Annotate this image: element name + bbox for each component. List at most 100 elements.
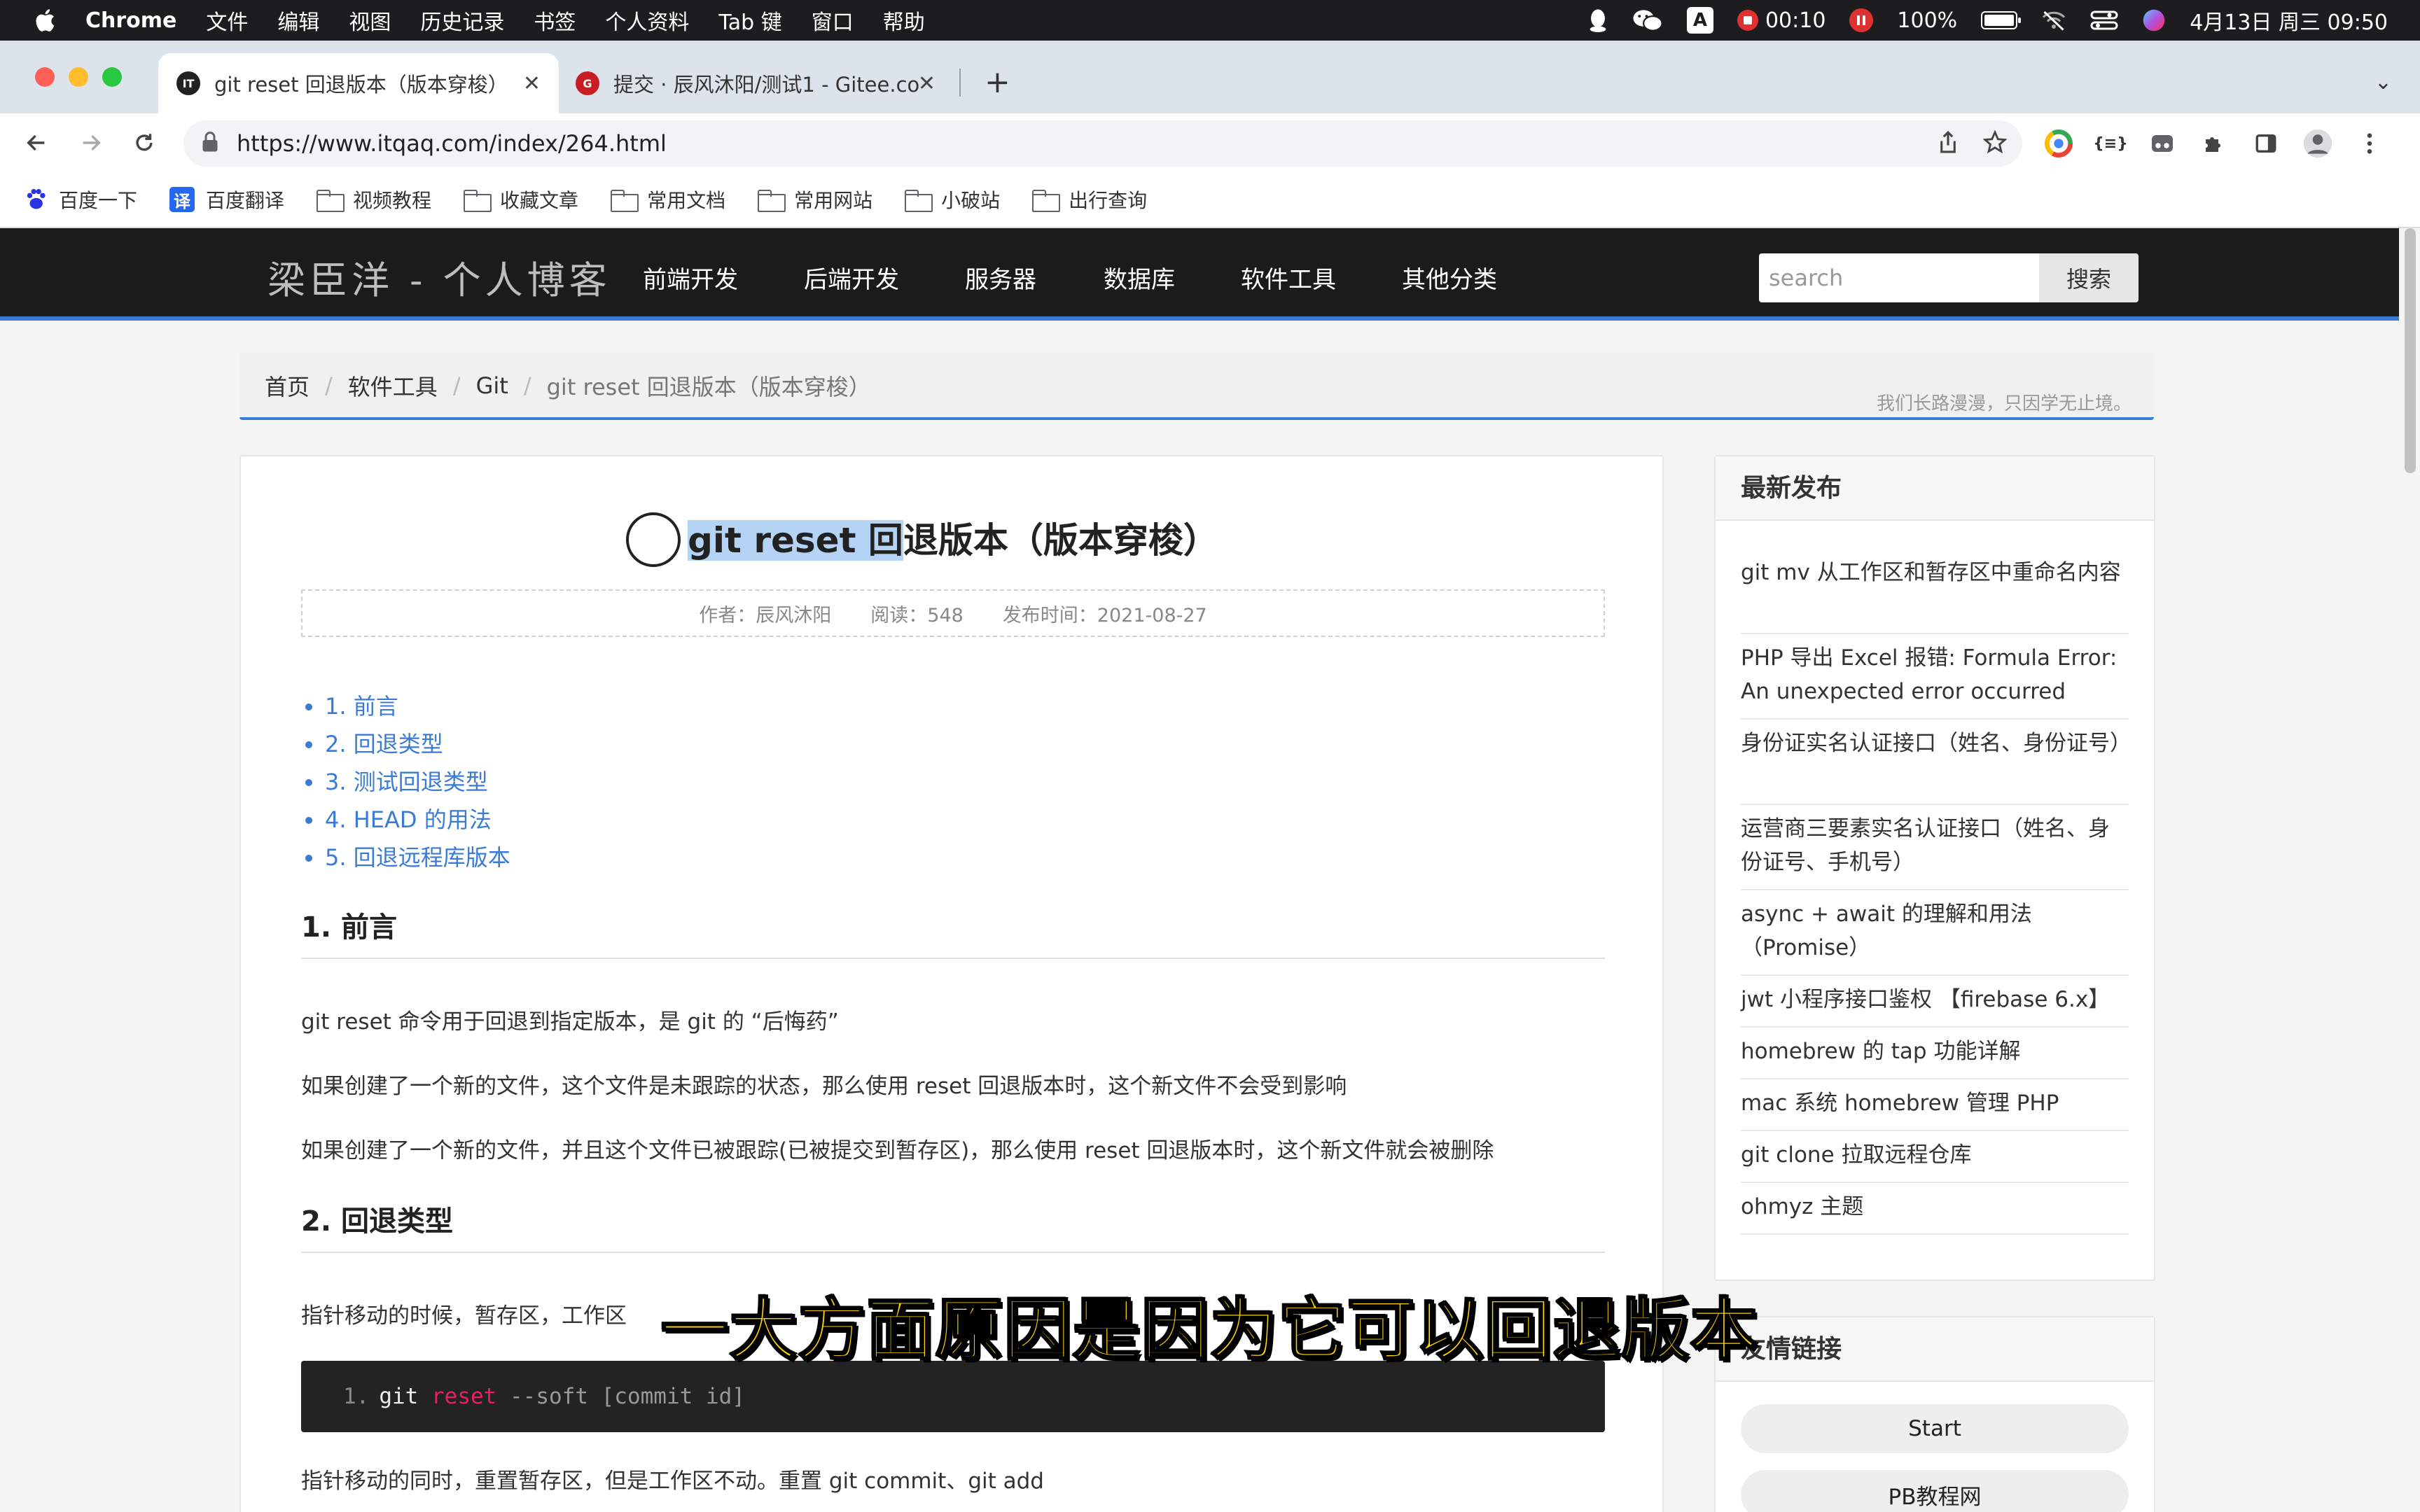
menu-history[interactable]: 历史记录: [420, 5, 504, 36]
bookmarks-bar: 百度一下 译 百度翻译 视频教程 收藏文章 常用文档 常用网站 小破站 出行查询: [0, 172, 2420, 228]
latest-post-link[interactable]: jwt 小程序接口鉴权 【firebase 6.x】: [1741, 983, 2129, 1028]
folder-icon: [1032, 190, 1061, 212]
breadcrumb-separator: /: [452, 372, 461, 399]
bookmark-folder-bilibili[interactable]: 小破站: [905, 186, 1000, 214]
close-tab-icon[interactable]: ✕: [918, 71, 936, 96]
breadcrumb-current: git reset 回退版本（版本穿梭）: [546, 374, 871, 400]
paragraph: 如果创建了一个新的文件，并且这个文件已被跟踪(已被提交到暂存区)，那么使用 re…: [301, 1138, 1494, 1163]
toc-item[interactable]: 3. 测试回退类型: [305, 763, 510, 801]
breadcrumb-home[interactable]: 首页: [265, 370, 310, 402]
input-method-badge[interactable]: A: [1686, 7, 1713, 34]
selected-title-text[interactable]: git reset 回: [688, 520, 903, 561]
window-close-button[interactable]: [35, 67, 55, 87]
extension-icons: {≡}: [2043, 120, 2385, 167]
address-bar[interactable]: https://www.itqaq.com/index/264.html: [183, 120, 2022, 167]
extensions-puzzle-icon[interactable]: [2199, 128, 2230, 159]
menu-bookmarks[interactable]: 书签: [534, 5, 576, 36]
latest-post-link[interactable]: mac 系统 homebrew 管理 PHP: [1741, 1086, 2129, 1131]
lock-icon[interactable]: [202, 132, 218, 155]
macos-menu-bar: Chrome 文件 编辑 视图 历史记录 书签 个人资料 Tab 键 窗口 帮助…: [0, 0, 2420, 41]
battery-icon[interactable]: [1981, 11, 2022, 29]
latest-post-link[interactable]: 身份证实名认证接口（姓名、身份证号）: [1741, 727, 2132, 805]
toc-item[interactable]: 4. HEAD 的用法: [305, 801, 510, 839]
menu-app-name[interactable]: Chrome: [85, 8, 176, 33]
window-minimize-button[interactable]: [69, 67, 88, 87]
url-text[interactable]: https://www.itqaq.com/index/264.html: [237, 130, 667, 157]
nav-software-tools[interactable]: 软件工具: [1241, 260, 1336, 295]
nav-other[interactable]: 其他分类: [1402, 260, 1497, 295]
latest-post-link[interactable]: async + await 的理解和用法（Promise）: [1741, 897, 2129, 976]
profile-avatar-icon[interactable]: [2302, 128, 2333, 159]
bookmark-folder-articles[interactable]: 收藏文章: [464, 186, 578, 214]
share-icon[interactable]: [1937, 130, 1959, 157]
wechat-icon[interactable]: [1632, 8, 1663, 33]
bookmark-folder-travel[interactable]: 出行查询: [1032, 186, 1147, 214]
forward-arrow-icon[interactable]: [74, 126, 108, 160]
screen-recording-indicator[interactable]: 00:10: [1737, 8, 1826, 33]
latest-post-link[interactable]: ohmyz 主题: [1741, 1190, 2129, 1235]
chrome-menu-icon[interactable]: [2354, 128, 2385, 159]
latest-post-link[interactable]: git mv 从工作区和暂存区中重命名内容: [1741, 556, 2129, 634]
control-center-icon[interactable]: [2090, 10, 2118, 31]
article-title[interactable]: git reset 回退版本（版本穿梭）: [241, 512, 1665, 563]
latest-post-link[interactable]: git clone 拉取远程仓库: [1741, 1138, 2129, 1183]
toc-item[interactable]: 2. 回退类型: [305, 725, 510, 763]
site-search-button[interactable]: 搜索: [2039, 253, 2139, 302]
bookmark-star-icon[interactable]: [1982, 130, 2008, 157]
title-rest-text[interactable]: 退版本（版本穿梭）: [903, 520, 1218, 561]
pause-icon[interactable]: [1849, 8, 1874, 32]
menu-file[interactable]: 文件: [206, 5, 248, 36]
site-search-input[interactable]: search: [1759, 253, 2039, 302]
qq-icon[interactable]: [1587, 8, 1608, 32]
bookmark-folder-video[interactable]: 视频教程: [317, 186, 431, 214]
friend-link-button[interactable]: Start: [1741, 1404, 2129, 1453]
incognito-extension-icon[interactable]: [2147, 128, 2178, 159]
close-tab-icon[interactable]: ✕: [523, 71, 541, 96]
gitee-favicon: G: [576, 71, 599, 95]
latest-post-link[interactable]: PHP 导出 Excel 报错: Formula Error: An unexp…: [1741, 641, 2129, 720]
site-logo[interactable]: 梁臣洋 - 个人博客: [267, 249, 611, 304]
side-panel-icon[interactable]: [2251, 128, 2281, 159]
menu-edit[interactable]: 编辑: [277, 5, 319, 36]
window-zoom-button[interactable]: [102, 67, 122, 87]
scrollbar-thumb[interactable]: [2405, 228, 2416, 473]
tab-title: 提交 · 辰风沐阳/测试1 - Gitee.co: [613, 73, 920, 97]
wifi-off-icon[interactable]: [2041, 10, 2066, 31]
menu-profiles[interactable]: 个人资料: [605, 5, 689, 36]
toc-item[interactable]: 1. 前言: [305, 687, 510, 725]
menu-window[interactable]: 窗口: [812, 5, 854, 36]
latest-post-link[interactable]: homebrew 的 tap 功能详解: [1741, 1035, 2129, 1079]
tab-gitee[interactable]: G 提交 · 辰风沐阳/测试1 - Gitee.co ✕: [564, 53, 954, 113]
nav-server[interactable]: 服务器: [965, 260, 1036, 295]
apple-menu-icon[interactable]: [32, 6, 60, 34]
latest-post-link[interactable]: 运营商三要素实名认证接口（姓名、身份证号、手机号）: [1741, 812, 2129, 890]
bookmark-folder-docs[interactable]: 常用文档: [611, 186, 725, 214]
nav-frontend[interactable]: 前端开发: [643, 260, 738, 295]
nav-backend[interactable]: 后端开发: [804, 260, 899, 295]
baidu-paw-icon: [24, 188, 48, 211]
friend-link-button[interactable]: PB教程网: [1741, 1470, 2129, 1512]
tab-search-chevron-icon[interactable]: ⌄: [2374, 70, 2392, 94]
toc-item[interactable]: 5. 回退远程库版本: [305, 839, 510, 876]
breadcrumb-software-tools[interactable]: 软件工具: [348, 370, 438, 402]
bookmark-folder-sites[interactable]: 常用网站: [758, 186, 872, 214]
menu-tab[interactable]: Tab 键: [718, 5, 781, 36]
json-extension-icon[interactable]: {≡}: [2093, 128, 2128, 159]
siri-icon[interactable]: [2142, 8, 2166, 32]
date-time[interactable]: 4月13日 周三 09:50: [2190, 5, 2388, 36]
breadcrumb-git[interactable]: Git: [476, 372, 508, 399]
nav-database[interactable]: 数据库: [1104, 260, 1175, 295]
reload-icon[interactable]: [127, 126, 161, 160]
video-subtitle: 一大方面原因是因为它可以回退版本: [660, 1290, 1759, 1371]
new-tab-icon[interactable]: +: [985, 67, 1010, 98]
paragraph: git reset 命令用于回退到指定版本，是 git 的 “后悔药”: [301, 1009, 839, 1035]
bookmark-baidu[interactable]: 百度一下: [24, 186, 137, 214]
chrome-color-extension-icon[interactable]: [2043, 128, 2074, 159]
back-arrow-icon[interactable]: [20, 126, 53, 160]
bookmark-baidu-translate[interactable]: 译 百度翻译: [169, 186, 284, 214]
tab-git-reset[interactable]: IT git reset 回退版本（版本穿梭） ✕: [158, 53, 559, 113]
menu-help[interactable]: 帮助: [883, 5, 925, 36]
bookmark-label: 百度翻译: [206, 189, 285, 212]
menu-view[interactable]: 视图: [349, 5, 391, 36]
section-heading-types: 2. 回退类型: [301, 1205, 453, 1238]
